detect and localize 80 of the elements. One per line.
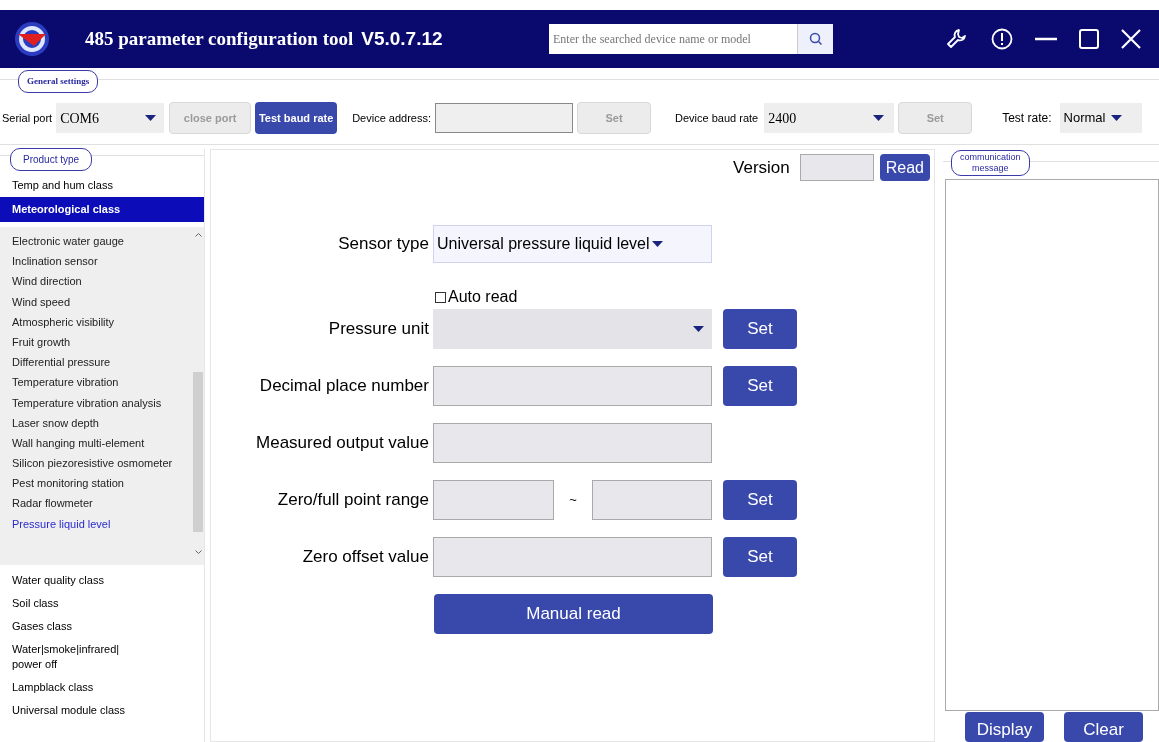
subcategory-item[interactable]: Pressure liquid level — [0, 513, 192, 534]
device-address-field[interactable] — [435, 103, 573, 133]
baud-rate-select[interactable]: 2400 — [764, 103, 895, 133]
wrench-icon[interactable] — [945, 27, 969, 51]
field-label: Zero/full point range — [276, 489, 430, 512]
caret-icon — [1111, 115, 1123, 121]
device-baud-rate-label: Device baud rate — [675, 110, 759, 126]
subcategory-item[interactable]: Inclination sensor — [0, 251, 192, 272]
category-item[interactable]: Temp and hum class — [0, 174, 204, 197]
panel-button[interactable]: Display — [965, 712, 1044, 742]
field-label: Decimal place number — [258, 375, 430, 398]
subcategory-item[interactable]: Differential pressure — [0, 352, 192, 373]
info-icon[interactable] — [991, 28, 1013, 50]
input-field[interactable] — [433, 423, 712, 463]
logo-icon — [14, 21, 50, 57]
maximize-icon[interactable] — [1079, 29, 1099, 49]
search-button[interactable] — [797, 24, 833, 54]
caret-icon — [693, 326, 704, 332]
category-item[interactable]: Water quality class — [0, 569, 204, 592]
manual-read-button[interactable]: Manual read — [434, 594, 713, 634]
subcategory-item[interactable]: Temperature vibration analysis — [0, 392, 192, 413]
category-item[interactable]: Soil class — [0, 592, 204, 615]
search-icon — [808, 32, 823, 46]
subcategory-item[interactable]: Atmospheric visibility — [0, 311, 192, 332]
sensor-type-label: Sensor type — [337, 233, 430, 256]
subcategory-item[interactable]: Radar flowmeter — [0, 493, 192, 514]
subcategory-item[interactable]: Temperature vibration — [0, 372, 192, 393]
read-button[interactable]: Read — [879, 154, 930, 181]
range-separator: ~ — [568, 491, 578, 510]
input-field[interactable] — [592, 480, 712, 520]
caret-icon — [873, 115, 885, 121]
set-button[interactable]: Set — [723, 480, 797, 520]
version-label: Version — [733, 156, 790, 179]
subcategory-item[interactable]: Wind direction — [0, 271, 192, 292]
close-icon[interactable] — [1121, 29, 1141, 49]
set-button[interactable]: Set — [723, 537, 797, 577]
version-field[interactable] — [799, 154, 874, 181]
panel-button[interactable]: Clear — [1064, 712, 1143, 742]
input-field[interactable] — [433, 537, 712, 577]
device-address-label: Device address: — [352, 110, 431, 126]
group-legend: General settings — [18, 70, 99, 93]
subcategory-item[interactable]: Silicon piezoresistive osmometer — [0, 453, 192, 474]
select-field[interactable] — [433, 309, 712, 349]
category-item[interactable]: Water|smoke|infrared| power off — [0, 638, 204, 676]
scroll-down-icon[interactable] — [194, 550, 202, 554]
field-label: Zero offset value — [301, 546, 430, 569]
category-item[interactable]: Lampblack class — [0, 676, 204, 699]
sensor-type-select[interactable]: Universal pressure liquid level — [433, 225, 712, 263]
subcategory-item[interactable]: Laser snow depth — [0, 412, 192, 433]
caret-icon — [145, 115, 157, 121]
serial-port-label: Serial port — [2, 110, 53, 126]
subcategory-item[interactable]: Fruit growth — [0, 331, 192, 353]
input-field[interactable] — [433, 480, 554, 520]
set-button[interactable]: Set — [723, 366, 797, 406]
input-field[interactable] — [433, 366, 712, 406]
scroll-up-icon[interactable] — [194, 233, 202, 237]
subcategory-item[interactable]: Wall hanging multi-element — [0, 432, 192, 454]
subcategory-item[interactable]: Pest monitoring station — [0, 473, 192, 494]
caret-icon — [651, 241, 663, 247]
group-legend: Product type — [10, 148, 93, 171]
auto-read-checkbox[interactable] — [435, 291, 446, 303]
search-field[interactable]: Enter the searched device name or model — [549, 24, 797, 54]
minimize-icon[interactable] — [1035, 37, 1057, 41]
test-rate-label: Test rate: — [1002, 110, 1052, 127]
category-item[interactable]: Gases class — [0, 615, 204, 638]
version-label: V5.0.7.12 — [361, 26, 443, 51]
set-button[interactable]: Set — [723, 309, 797, 349]
test-rate-select[interactable]: Normal — [1059, 103, 1142, 133]
serial-port-select[interactable]: COM6 — [56, 103, 165, 133]
category-item[interactable]: Meteorological class — [0, 197, 204, 222]
category-item[interactable]: Universal module class — [0, 699, 204, 722]
test-baud-rate-button[interactable]: Test baud rate — [255, 102, 338, 134]
auto-read-label: Auto read — [448, 287, 518, 307]
scrollbar-thumb[interactable] — [193, 372, 203, 532]
group-legend: communication message — [951, 150, 1030, 176]
subcategory-item[interactable]: Electronic water gauge — [0, 231, 192, 252]
subcategory-item[interactable]: Wind speed — [0, 291, 192, 312]
window-title: 485 parameter configuration tool — [85, 26, 354, 51]
field-label: Measured output value — [255, 432, 430, 455]
field-label: Pressure unit — [327, 318, 430, 341]
